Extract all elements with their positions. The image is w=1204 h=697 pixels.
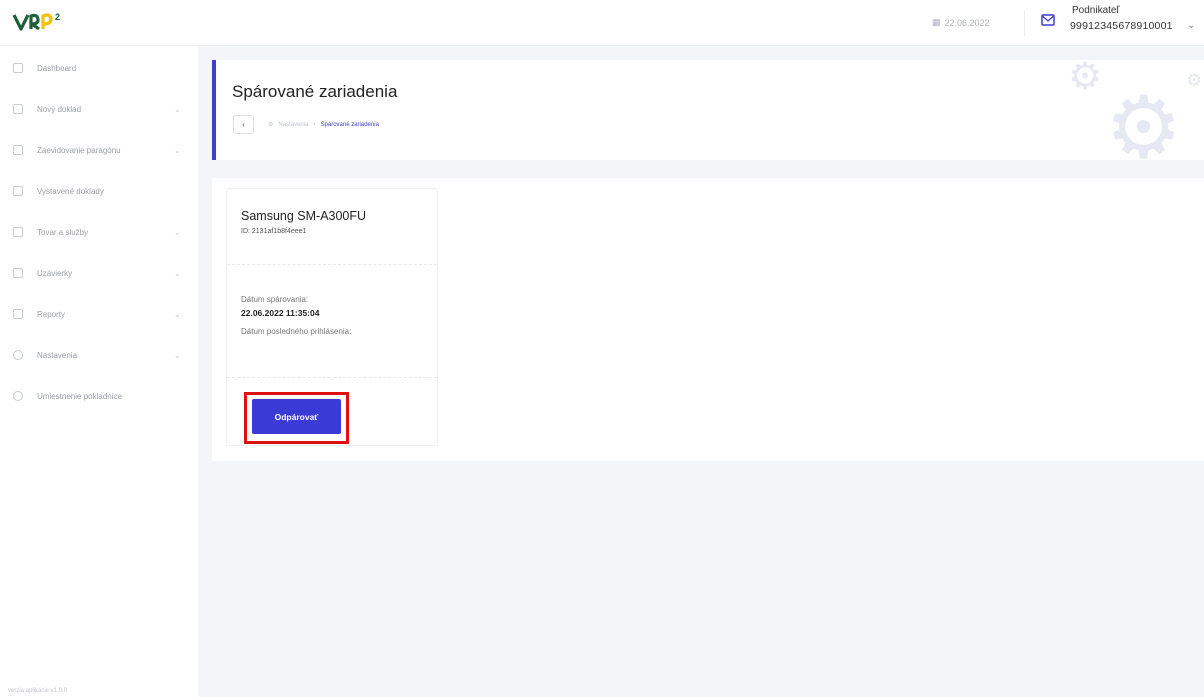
mail-icon[interactable] — [1041, 14, 1055, 26]
breadcrumb-item-current: Spárované zariadenia — [320, 121, 379, 128]
documents-icon — [13, 186, 23, 196]
divider — [227, 264, 437, 265]
gear-icon: ⚙ — [1186, 70, 1203, 91]
device-name: Samsung SM-A300FU — [241, 209, 367, 223]
sidebar-item-register-location[interactable]: Umiestnenie pokladnice — [0, 385, 198, 407]
date-text: 22.06.2022 — [944, 17, 990, 28]
vrp2-logo[interactable]: 2 — [12, 9, 76, 35]
page-title: Spárované zariadenia — [232, 82, 398, 101]
sidebar-item-dashboard[interactable]: Dashboard — [0, 57, 198, 79]
location-icon — [13, 391, 23, 401]
chevron-down-icon: ⌄ — [174, 268, 181, 278]
last-login-label: Dátum posledného prihlásenia: — [241, 327, 352, 336]
sidebar-item-issued-documents[interactable]: Vystavené doklady — [0, 180, 198, 202]
sidebar: Dashboard Nový doklad ⌄ Zaevidovanie par… — [0, 46, 198, 697]
chevron-down-icon: ⌄ — [174, 309, 181, 319]
sidebar-item-goods[interactable]: Tovar a služby ⌄ — [0, 221, 198, 243]
paired-date-label: Dátum spárovania: — [241, 295, 309, 304]
calendar-icon: ▦ — [932, 17, 941, 27]
sidebar-item-label: Uzávierky — [37, 268, 73, 278]
settings-icon — [13, 350, 23, 360]
svg-text:2: 2 — [55, 12, 60, 22]
chevron-down-icon: ⌄ — [174, 350, 181, 360]
page-header: Spárované zariadenia ‹ ⚙ Nastavenia • Sp… — [212, 60, 1204, 160]
topbar-divider — [1024, 10, 1025, 36]
receipt-icon — [13, 145, 23, 155]
sidebar-item-label: Tovar a služby — [37, 227, 89, 237]
breadcrumb-item-settings[interactable]: Nastavenia — [278, 122, 308, 128]
sidebar-item-label: Umiestnenie pokladnice — [37, 391, 122, 401]
gear-icon: ⚙ — [1068, 60, 1103, 98]
sidebar-item-closings[interactable]: Uzávierky ⌄ — [0, 262, 198, 284]
closing-icon — [13, 268, 23, 278]
chevron-down-icon: ⌄ — [174, 227, 181, 237]
current-date: ▦ 22.06.2022 — [932, 17, 990, 28]
settings-icon: ⚙ — [268, 122, 274, 128]
sidebar-item-label: Dashboard — [37, 63, 77, 73]
sidebar-item-label: Zaevidovanie paragónu — [37, 145, 121, 155]
chevron-down-icon[interactable]: ⌄ — [1187, 20, 1195, 31]
dashboard-icon — [13, 63, 23, 73]
reports-icon — [13, 309, 23, 319]
divider — [227, 377, 437, 378]
sidebar-item-label: Reporty — [37, 309, 66, 319]
top-bar: 2 ▦ 22.06.2022 Podnikateľ 99912345678910… — [0, 0, 1204, 46]
gear-icon: ⚙ — [1105, 78, 1183, 160]
sidebar-item-label: Nový doklad — [37, 104, 82, 114]
paired-date-value: 22.06.2022 11:35:04 — [241, 308, 320, 318]
breadcrumb: ⚙ Nastavenia • Spárované zariadenia — [268, 121, 379, 129]
user-role[interactable]: Podnikateľ — [1072, 5, 1119, 16]
sidebar-item-settings[interactable]: Nastavenia ⌄ — [0, 344, 198, 366]
sidebar-item-receipt[interactable]: Zaevidovanie paragónu ⌄ — [0, 139, 198, 161]
sidebar-item-reports[interactable]: Reporty ⌄ — [0, 303, 198, 325]
user-id[interactable]: 99912345678910001 — [1070, 20, 1173, 32]
device-card: Samsung SM-A300FU ID: 2131af1b8f4eee1 Dá… — [226, 188, 438, 446]
chevron-down-icon: ⌄ — [174, 104, 181, 114]
sidebar-item-label: Nastavenia — [37, 350, 78, 360]
device-id: ID: 2131af1b8f4eee1 — [241, 228, 307, 235]
app-version: verzia aplikácie v1.0.0 — [8, 688, 68, 694]
breadcrumb-separator: • — [313, 121, 316, 128]
back-button[interactable]: ‹ — [233, 115, 254, 134]
devices-panel: Samsung SM-A300FU ID: 2131af1b8f4eee1 Dá… — [212, 178, 1204, 461]
sidebar-item-new-document[interactable]: Nový doklad ⌄ — [0, 98, 198, 120]
sidebar-item-label: Vystavené doklady — [37, 186, 104, 196]
document-icon — [13, 104, 23, 114]
chevron-down-icon: ⌄ — [174, 145, 181, 155]
unpair-button[interactable]: Odpárovať — [252, 399, 341, 434]
goods-icon — [13, 227, 23, 237]
